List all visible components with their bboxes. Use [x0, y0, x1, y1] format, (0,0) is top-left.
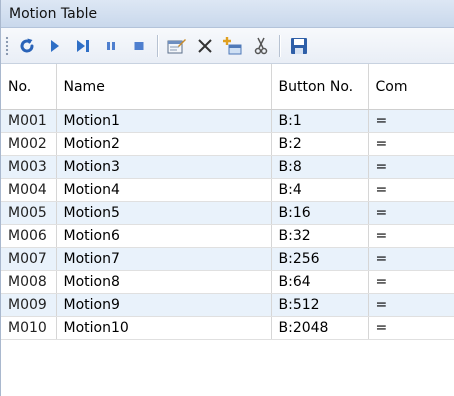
- save-icon: [291, 37, 307, 54]
- panel-title: Motion Table: [1, 0, 454, 28]
- step-button[interactable]: [71, 34, 95, 58]
- pause-button[interactable]: [99, 34, 123, 58]
- cell-no: M002: [1, 132, 57, 156]
- cut-icon: [254, 37, 268, 54]
- play-icon: [51, 39, 59, 52]
- cell-com: =: [368, 132, 454, 156]
- cell-name: Motion7: [56, 247, 272, 271]
- cell-no: M004: [1, 178, 57, 202]
- step-icon: [77, 39, 89, 52]
- cell-name: Motion4: [56, 178, 272, 202]
- cell-com: =: [368, 247, 454, 271]
- cell-name: Motion3: [56, 155, 272, 179]
- cell-name: Motion10: [56, 316, 272, 340]
- cell-com: =: [368, 201, 454, 225]
- toolbar-separator-2: [279, 34, 281, 57]
- cell-no: M010: [1, 316, 57, 340]
- cell-name: Motion9: [56, 293, 272, 317]
- column-header-button-no[interactable]: Button No.: [271, 64, 369, 110]
- cell-name: Motion8: [56, 270, 272, 294]
- stop-icon: [134, 41, 144, 50]
- cell-no: M003: [1, 155, 57, 179]
- cell-button-no: B:2: [271, 132, 369, 156]
- add-icon: [223, 36, 242, 54]
- cell-com: =: [368, 155, 454, 179]
- cell-button-no: B:32: [271, 224, 369, 248]
- save-button[interactable]: [287, 34, 311, 58]
- cell-button-no: B:8: [271, 155, 369, 179]
- table-row[interactable]: M007 Motion7 B:256 =: [1, 247, 454, 271]
- properties-button[interactable]: [165, 34, 189, 58]
- cell-no: M009: [1, 293, 57, 317]
- cell-button-no: B:2048: [271, 316, 369, 340]
- table-row[interactable]: M003 Motion3 B:8 =: [1, 155, 454, 179]
- table-row[interactable]: M008 Motion8 B:64 =: [1, 270, 454, 294]
- cell-no: M005: [1, 201, 57, 225]
- table-row[interactable]: M009 Motion9 B:512 =: [1, 293, 454, 317]
- cell-com: =: [368, 316, 454, 340]
- cell-com: =: [368, 293, 454, 317]
- cell-button-no: B:1: [271, 109, 369, 133]
- column-header-com[interactable]: Com: [368, 64, 454, 110]
- add-button[interactable]: [221, 34, 245, 58]
- cell-com: =: [368, 109, 454, 133]
- cell-com: =: [368, 178, 454, 202]
- pause-icon: [107, 41, 115, 50]
- table-row[interactable]: M002 Motion2 B:2 =: [1, 132, 454, 156]
- table-header-row: No. Name Button No. Com: [1, 64, 454, 110]
- table-row[interactable]: M004 Motion4 B:4 =: [1, 178, 454, 202]
- cell-no: M006: [1, 224, 57, 248]
- cell-com: =: [368, 224, 454, 248]
- cell-com: =: [368, 270, 454, 294]
- cell-no: M001: [1, 109, 57, 133]
- delete-button[interactable]: [193, 34, 217, 58]
- table-row[interactable]: M010 Motion10 B:2048 =: [1, 316, 454, 340]
- cell-name: Motion1: [56, 109, 272, 133]
- toolbar-grip[interactable]: [5, 35, 9, 56]
- cell-button-no: B:16: [271, 201, 369, 225]
- table-row[interactable]: M001 Motion1 B:1 =: [1, 109, 454, 133]
- motion-table: No. Name Button No. Com M001 Motion1 B:1…: [1, 64, 454, 340]
- cell-name: Motion5: [56, 201, 272, 225]
- toolbar-separator: [157, 34, 159, 57]
- column-header-name[interactable]: Name: [56, 64, 272, 110]
- stop-button[interactable]: [127, 34, 151, 58]
- cell-name: Motion2: [56, 132, 272, 156]
- motion-table-panel: Motion Table No. Name Button No. Com M00…: [0, 0, 454, 396]
- cell-no: M008: [1, 270, 57, 294]
- cell-button-no: B:64: [271, 270, 369, 294]
- cut-button[interactable]: [249, 34, 273, 58]
- refresh-button[interactable]: [15, 34, 39, 58]
- cell-button-no: B:256: [271, 247, 369, 271]
- table-row[interactable]: M005 Motion5 B:16 =: [1, 201, 454, 225]
- cell-no: M007: [1, 247, 57, 271]
- cell-button-no: B:4: [271, 178, 369, 202]
- play-button[interactable]: [43, 34, 67, 58]
- refresh-icon: [20, 38, 34, 52]
- cell-name: Motion6: [56, 224, 272, 248]
- properties-icon: [167, 38, 186, 53]
- delete-icon: [198, 38, 212, 53]
- column-header-no[interactable]: No.: [1, 64, 57, 110]
- toolbar: [1, 28, 454, 64]
- table-row[interactable]: M006 Motion6 B:32 =: [1, 224, 454, 248]
- cell-button-no: B:512: [271, 293, 369, 317]
